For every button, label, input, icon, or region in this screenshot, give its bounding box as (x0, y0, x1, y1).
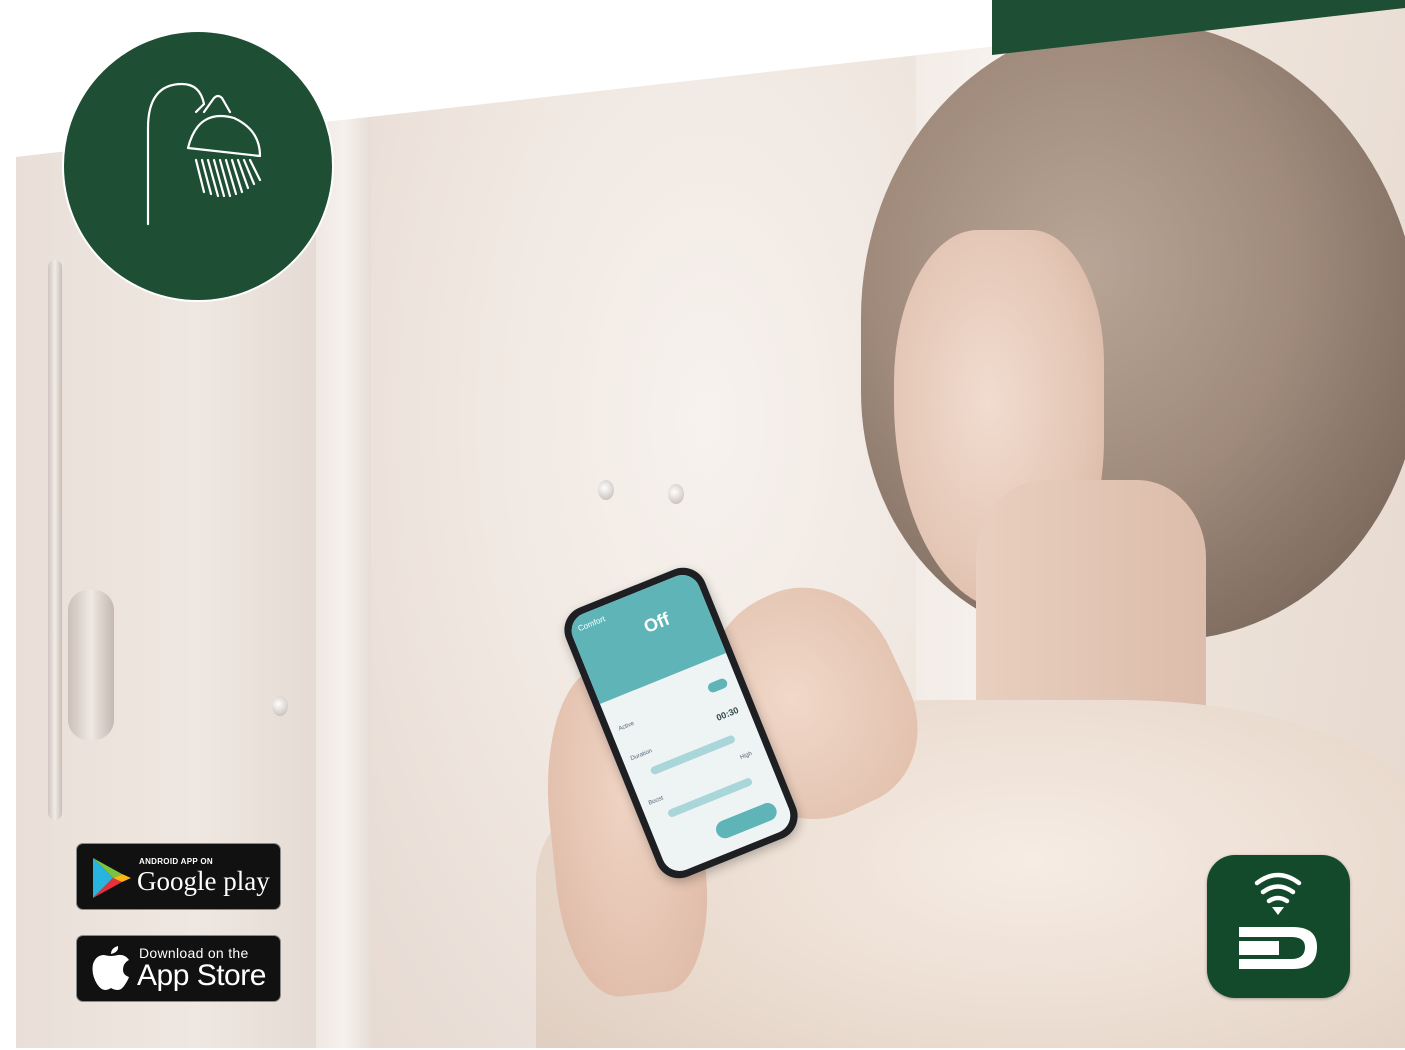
wifi-d-logo-icon (1239, 872, 1317, 969)
page: Comfort Off Active Duration 00:30 Boost … (0, 0, 1405, 1050)
screen-row-label: Active (617, 720, 636, 733)
wall-fixing (668, 484, 684, 504)
shower-rail (48, 260, 62, 820)
wall-fixing (272, 696, 288, 716)
screen-duration-value: 00:30 (714, 704, 741, 723)
shower-icon-badge (62, 30, 334, 302)
play-triangle-icon (93, 858, 131, 898)
screen-row-label: Boost (647, 795, 665, 807)
google-badge-big-text: Google play (137, 866, 270, 896)
wall-fixing (598, 480, 614, 500)
shower-handset (68, 590, 114, 740)
screen-boost-level: High (739, 750, 754, 762)
apple-icon (92, 946, 129, 990)
google-play-badge[interactable]: ANDROID APP ON Google play (76, 843, 281, 910)
screen-duration-slider (649, 734, 737, 776)
google-badge-small-text: ANDROID APP ON (139, 857, 213, 866)
screen-active-toggle (706, 677, 729, 694)
shower-icon (146, 82, 262, 226)
app-store-badge[interactable]: Download on the App Store (76, 935, 281, 1002)
screen-confirm-button (713, 800, 780, 841)
screen-boost-slider (666, 776, 754, 819)
apple-badge-big-text: App Store (137, 959, 266, 992)
screen-row-label: Duration (629, 748, 654, 763)
app-icon[interactable] (1207, 855, 1350, 998)
